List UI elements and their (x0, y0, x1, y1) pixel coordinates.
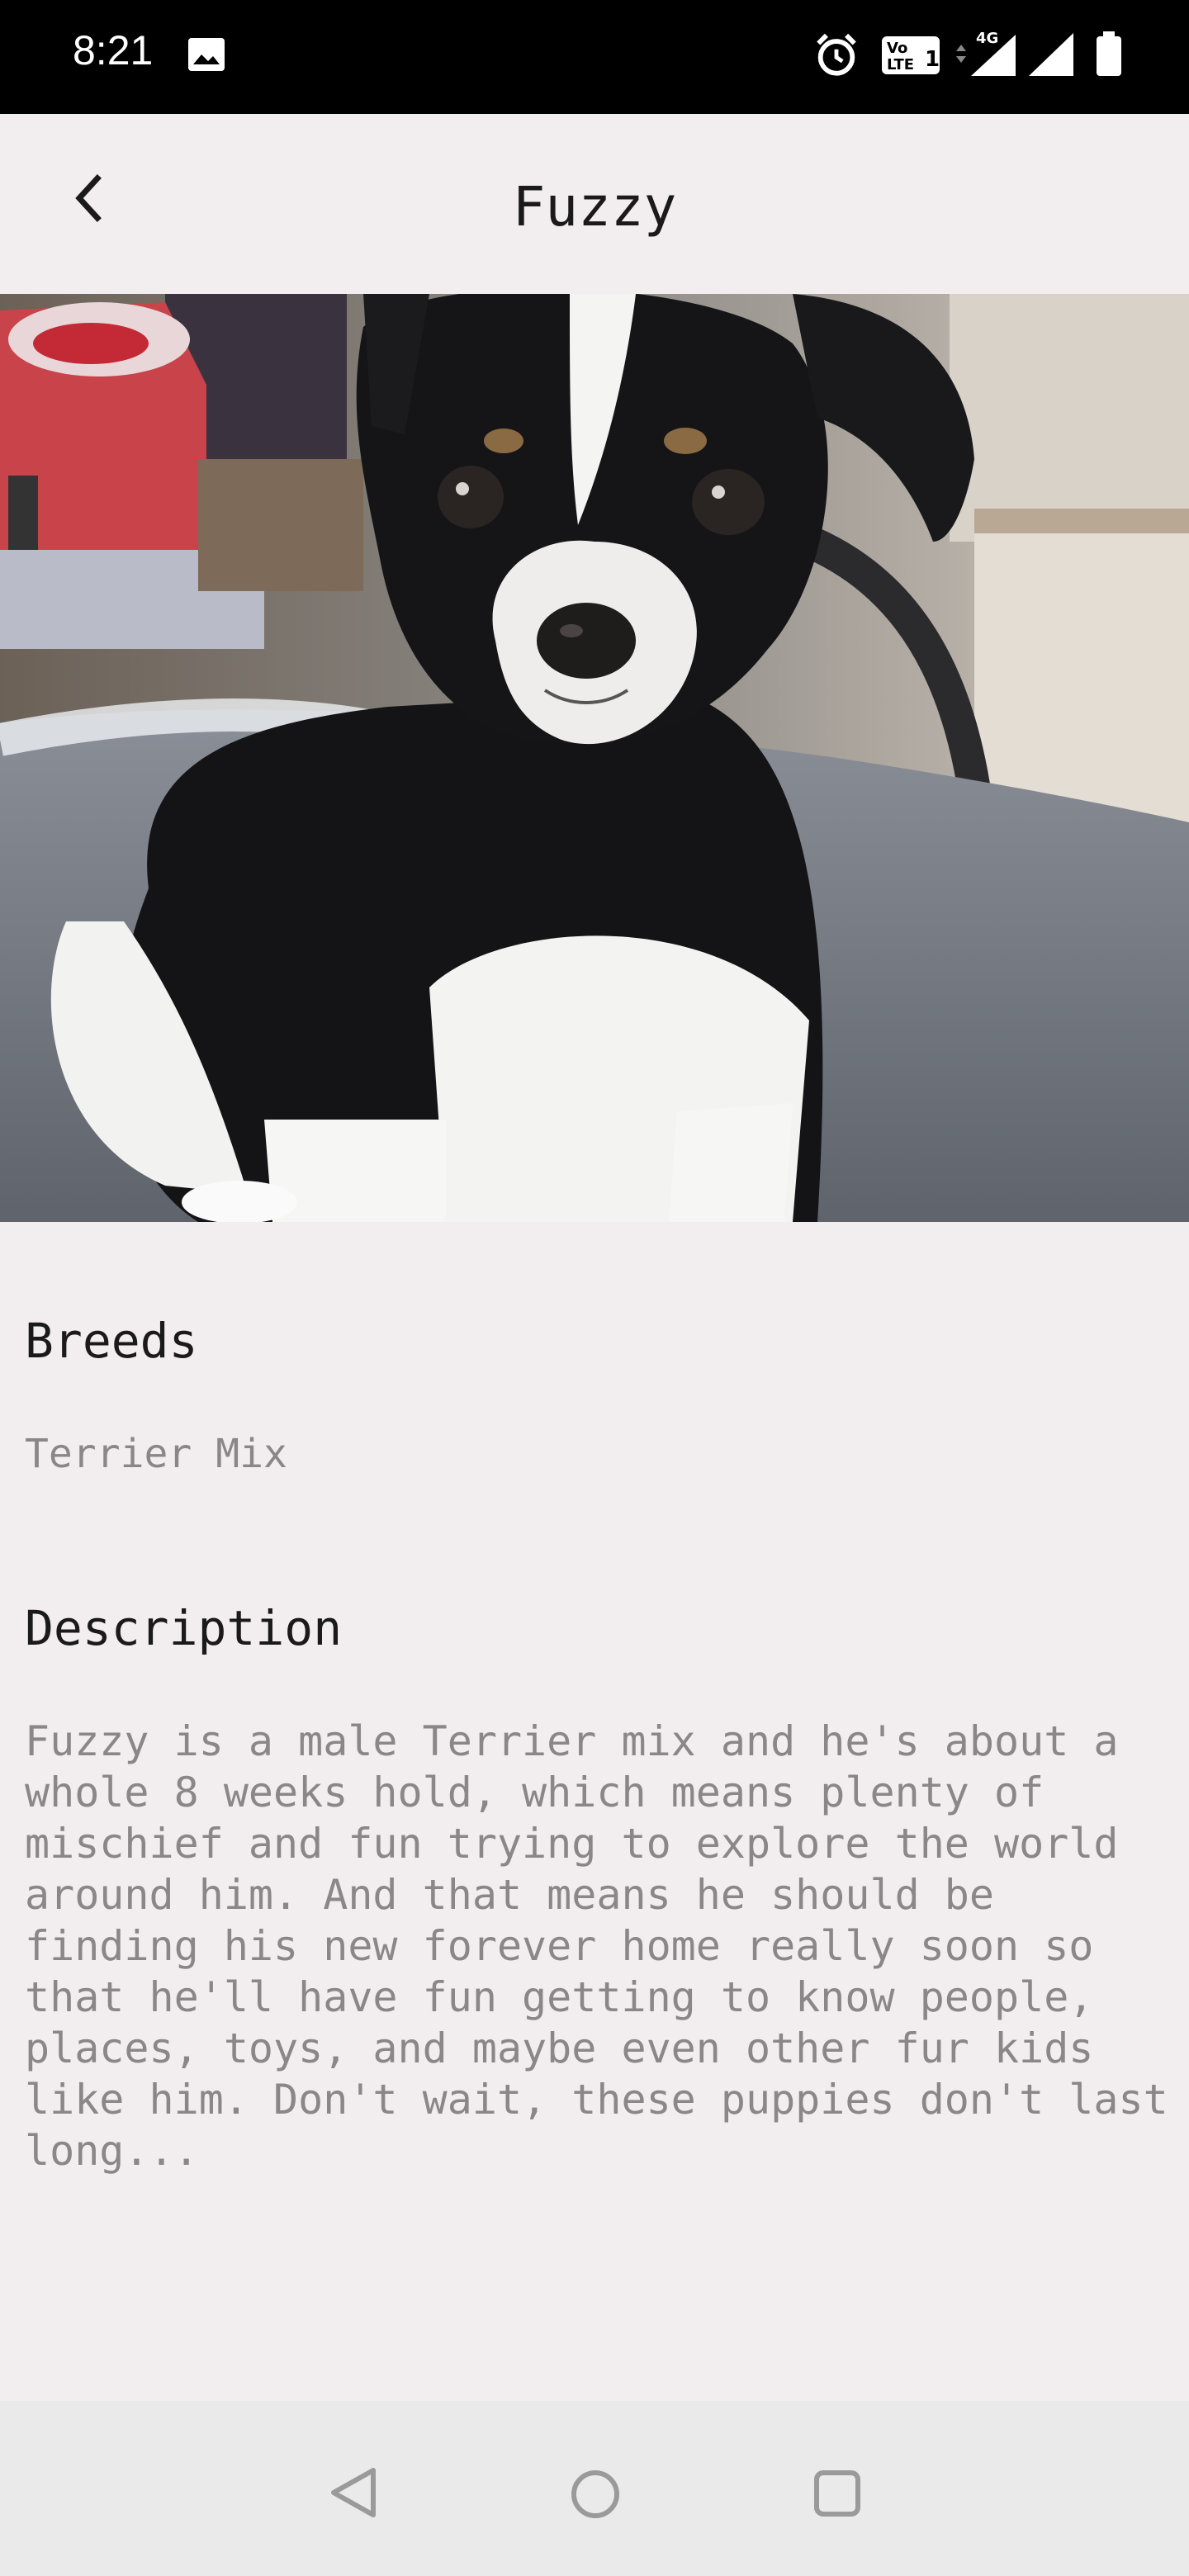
nav-recents-icon[interactable] (812, 2469, 862, 2518)
svg-text:1: 1 (925, 47, 940, 72)
gallery-icon (188, 38, 225, 71)
4g-signal-icon: 4G (956, 30, 1016, 76)
svg-text:LTE: LTE (887, 56, 914, 73)
breeds-heading: Breeds (25, 1313, 198, 1369)
pet-photo (0, 294, 1189, 1222)
system-nav-bar (0, 2401, 1189, 2576)
svg-text:Vo: Vo (887, 40, 907, 57)
breeds-value: Terrier Mix (25, 1431, 287, 1477)
alarm-icon (817, 33, 856, 76)
description-text: Fuzzy is a male Terrier mix and he's abo… (25, 1717, 1168, 2175)
nav-home-icon[interactable] (570, 2469, 621, 2520)
description-heading: Description (25, 1600, 343, 1656)
status-time: 8:21 (73, 27, 154, 73)
status-bar: 8:21 Vo LTE 1 4G (0, 0, 1189, 114)
network-label: 4G (976, 30, 998, 47)
puppy-image (0, 294, 1189, 1222)
nav-back-icon[interactable] (327, 2465, 380, 2520)
signal-icon (1029, 33, 1073, 76)
page-title: Fuzzy (512, 175, 677, 239)
app-toolbar: Fuzzy (0, 114, 1189, 294)
volte-icon: Vo LTE 1 (882, 36, 940, 74)
battery-icon (1097, 31, 1121, 76)
